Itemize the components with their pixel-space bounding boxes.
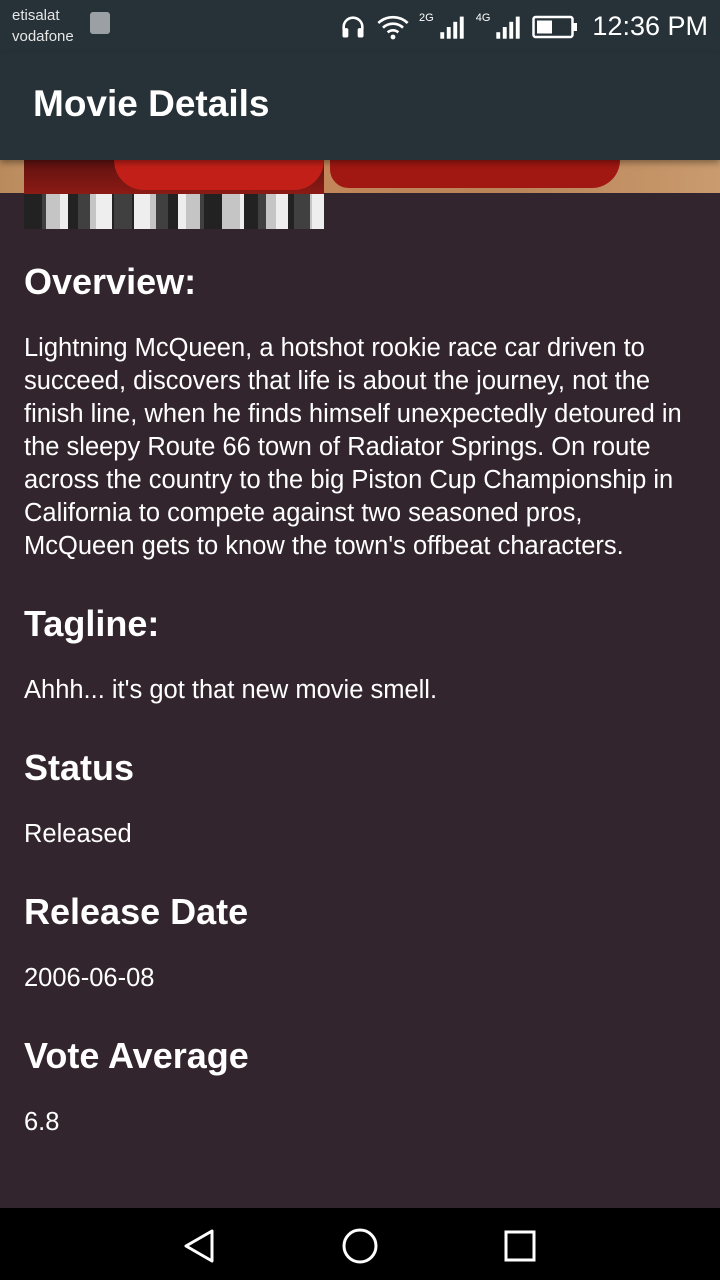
recents-icon[interactable] [500, 1226, 540, 1266]
tagline-text: Ahhh... it's got that new movie smell. [24, 676, 438, 704]
signal-icon [440, 16, 464, 39]
clock: 12:36 PM [592, 11, 708, 41]
wifi-icon [377, 15, 409, 39]
tagline-heading: Tagline: [24, 603, 160, 644]
vote-average-text: 6.8 [24, 1108, 60, 1136]
page-title: Movie Details [33, 83, 270, 124]
status-heading: Status [24, 747, 135, 788]
poster-checkered [24, 194, 324, 229]
status-text: Released [24, 820, 132, 848]
movie-details-content: Overview: Lightning McQueen, a hotshot r… [24, 255, 696, 1139]
carrier-info: etisalat vodafone [12, 5, 74, 47]
release-date-heading: Release Date [24, 891, 249, 932]
status-bar: etisalat vodafone 2G 4G 12:36 PM [0, 0, 720, 53]
carrier-name-2: vodafone [12, 28, 74, 45]
app-bar: Movie Details [0, 53, 720, 160]
headphones-icon [342, 15, 364, 37]
backdrop-car [330, 160, 620, 188]
release-date-text: 2006-06-08 [24, 964, 155, 992]
navigation-bar [0, 1208, 720, 1280]
overview-heading: Overview: [24, 261, 197, 302]
vote-average-heading: Vote Average [24, 1035, 249, 1076]
image-icon [90, 12, 110, 34]
status-icons: 2G 4G 12:36 PM [339, 0, 708, 53]
network-type-2: 4G [475, 11, 491, 24]
signal-icon [496, 16, 521, 39]
back-icon[interactable] [180, 1226, 220, 1266]
overview-text: Lightning McQueen, a hotshot rookie race… [24, 334, 682, 560]
home-icon[interactable] [340, 1226, 380, 1266]
battery-icon [532, 15, 578, 38]
carrier-name-1: etisalat [12, 7, 60, 24]
poster-image [24, 160, 324, 229]
poster-car [114, 160, 324, 190]
network-type-1: 2G [419, 11, 434, 24]
